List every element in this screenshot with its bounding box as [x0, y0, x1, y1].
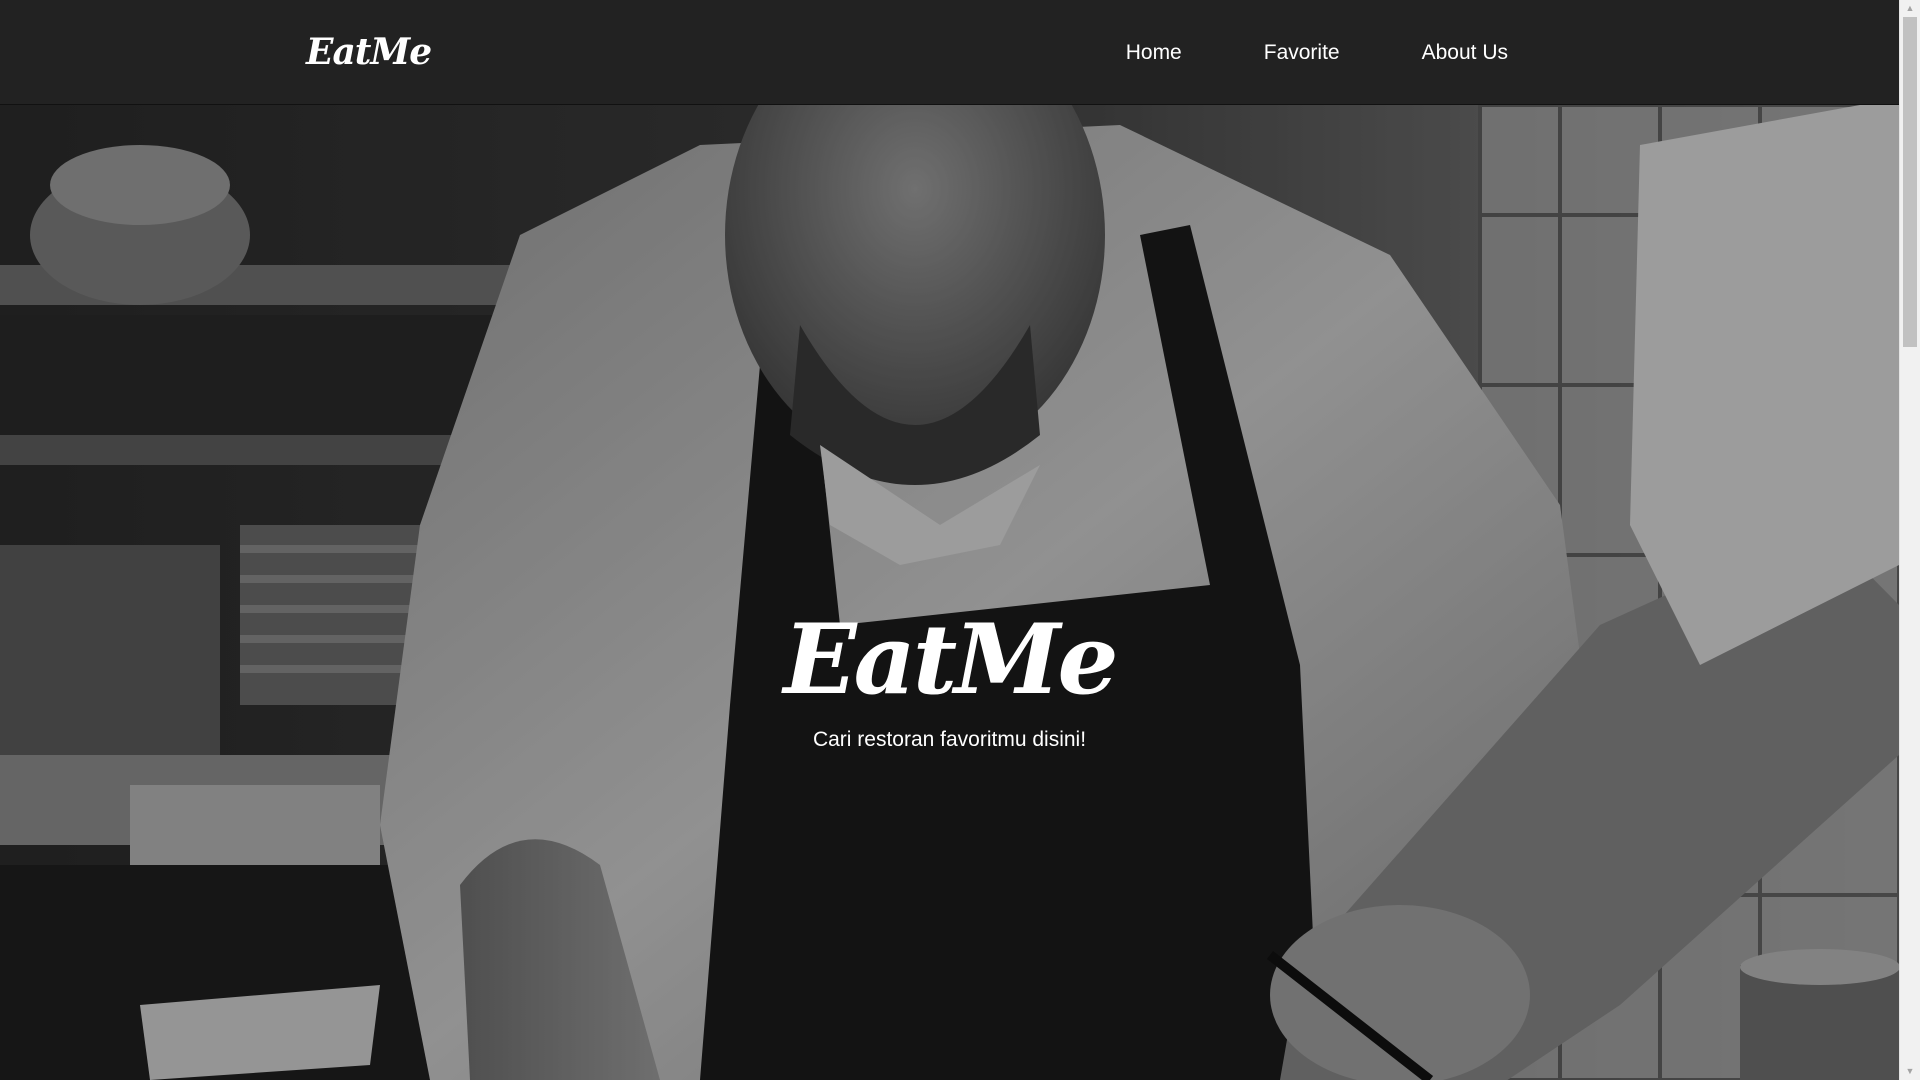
scroll-up-arrow-icon[interactable]: ▲ [1900, 0, 1920, 17]
hero-title: EatMe [783, 603, 1118, 716]
brand-logo[interactable]: EatMe [306, 28, 432, 76]
hero-section: EatMe Cari restoran favoritmu disini! [0, 105, 1899, 1080]
hero-dark-overlay [0, 105, 1899, 1080]
page-viewport: EatMe Home Favorite About Us EatMe Cari … [0, 0, 1899, 1080]
nav-link-home[interactable]: Home [1085, 27, 1223, 79]
vertical-scrollbar[interactable]: ▲ ▼ [1899, 0, 1920, 1080]
scrollbar-thumb[interactable] [1903, 17, 1917, 347]
scroll-down-arrow-icon[interactable]: ▼ [1900, 1063, 1920, 1080]
nav-link-favorite[interactable]: Favorite [1223, 27, 1381, 79]
main-nav: Home Favorite About Us [1085, 0, 1508, 105]
app-header: EatMe Home Favorite About Us [0, 0, 1899, 105]
nav-link-about-us[interactable]: About Us [1381, 27, 1508, 79]
hero-tagline: Cari restoran favoritmu disini! [812, 728, 1087, 751]
